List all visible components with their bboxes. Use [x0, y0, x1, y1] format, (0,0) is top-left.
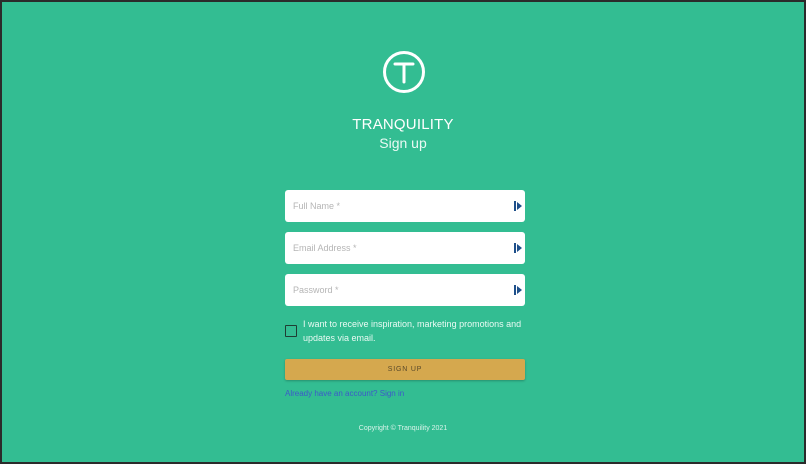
password-field[interactable]: [285, 274, 525, 306]
copyright-text: Copyright © Tranquility 2021: [358, 425, 448, 432]
full-name-field[interactable]: [285, 190, 525, 222]
autofill-icon[interactable]: [514, 201, 522, 211]
full-name-input[interactable]: [293, 190, 503, 222]
signup-page: TRANQUILITY Sign up I want to receive in…: [0, 0, 806, 464]
t-circle-logo-icon: [383, 51, 425, 93]
sign-in-link[interactable]: Already have an account? Sign in: [285, 389, 404, 398]
email-input[interactable]: [293, 232, 503, 264]
marketing-checkbox-label[interactable]: I want to receive inspiration, marketing…: [303, 317, 533, 345]
app-title: TRANQUILITY: [352, 116, 454, 133]
autofill-icon[interactable]: [514, 243, 522, 253]
marketing-checkbox[interactable]: [285, 325, 297, 337]
email-field[interactable]: [285, 232, 525, 264]
autofill-icon[interactable]: [514, 285, 522, 295]
password-input[interactable]: [293, 274, 503, 306]
sign-up-button[interactable]: SIGN UP: [285, 359, 525, 380]
page-subtitle: Sign up: [379, 135, 427, 151]
